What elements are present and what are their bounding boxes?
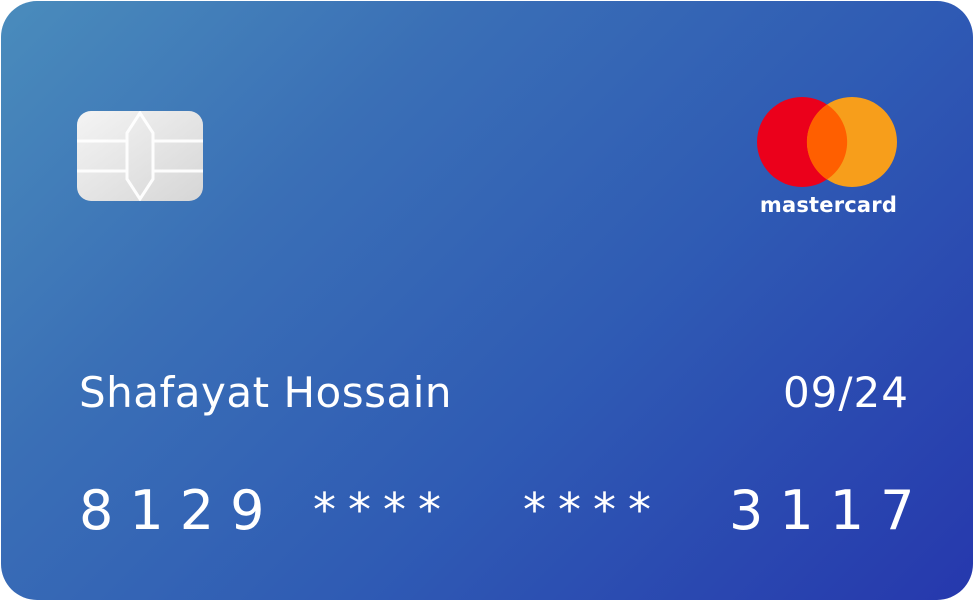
mastercard-logo: mastercard xyxy=(756,96,901,221)
credit-card: mastercard Shafayat Hossain 09/24 8129 *… xyxy=(1,1,973,600)
cardholder-name: Shafayat Hossain xyxy=(79,368,453,417)
card-number-group-3: **** xyxy=(523,483,663,537)
brand-wordmark: mastercard xyxy=(759,193,898,217)
card-number-group-1: 8129 xyxy=(79,479,281,542)
card-number-group-4: 3117 xyxy=(729,479,931,542)
expiry-date: 09/24 xyxy=(782,368,909,417)
card-chip-icon xyxy=(77,110,203,202)
card-number-group-2: **** xyxy=(313,483,453,537)
